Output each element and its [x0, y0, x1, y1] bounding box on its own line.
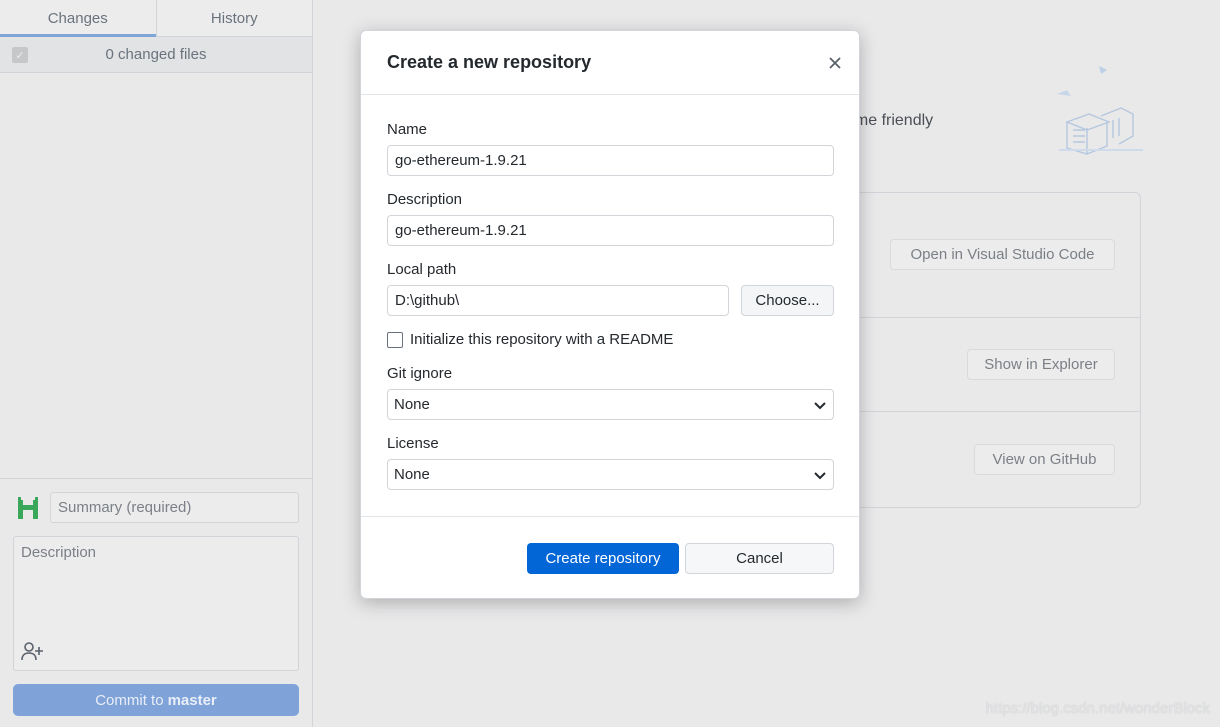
readme-checkbox[interactable]	[387, 331, 403, 348]
license-label: License	[387, 435, 439, 452]
dialog-footer: Create repository Cancel	[361, 516, 859, 600]
avatar	[16, 496, 40, 520]
close-icon[interactable]	[825, 53, 845, 73]
sidebar: Changes History ✓ 0 changed files Summar…	[0, 0, 313, 727]
tab-history[interactable]: History	[155, 0, 313, 36]
commit-description-placeholder: Description	[21, 544, 97, 561]
description-input[interactable]: go-ethereum-1.9.21	[387, 215, 834, 246]
commit-branch-name: master	[167, 691, 217, 709]
tab-changes[interactable]: Changes	[0, 0, 156, 37]
gitignore-value: None	[394, 396, 430, 413]
gitignore-label: Git ignore	[387, 365, 453, 382]
chevron-down-icon	[814, 402, 826, 410]
boxes-illustration-icon	[1057, 66, 1143, 155]
commit-button[interactable]: Commit to master	[13, 684, 299, 716]
dialog-title: Create a new repository	[387, 52, 592, 72]
chevron-down-icon	[814, 472, 826, 480]
local-path-input[interactable]: D:\github\	[387, 285, 729, 316]
name-input[interactable]: go-ethereum-1.9.21	[387, 145, 834, 176]
divider	[857, 411, 1140, 412]
commit-description-input[interactable]: Description	[13, 536, 299, 671]
show-in-explorer-button[interactable]: Show in Explorer	[967, 349, 1115, 380]
cancel-button[interactable]: Cancel	[685, 543, 834, 574]
commit-area: Summary (required) Description Commit to…	[0, 478, 312, 727]
open-in-editor-button[interactable]: Open in Visual Studio Code	[890, 239, 1115, 270]
gitignore-select[interactable]: None	[387, 389, 834, 420]
create-repository-dialog: Create a new repository Name go-ethereum…	[360, 30, 860, 599]
readme-label: Initialize this repository with a README	[410, 331, 674, 348]
create-repository-button[interactable]: Create repository	[527, 543, 679, 574]
watermark: https://blog.csdn.net/wonderBlock	[985, 700, 1210, 717]
select-all-checkbox[interactable]: ✓	[12, 47, 28, 63]
readme-option[interactable]: Initialize this repository with a README	[387, 331, 673, 348]
add-coauthor-icon[interactable]	[20, 640, 44, 662]
name-label: Name	[387, 121, 428, 138]
choose-path-button[interactable]: Choose...	[741, 285, 834, 316]
sidebar-tabs: Changes History	[0, 0, 312, 37]
local-path-label: Local path	[387, 261, 457, 278]
divider	[857, 317, 1140, 318]
dialog-header: Create a new repository	[361, 31, 859, 95]
license-select[interactable]: None	[387, 459, 834, 490]
changes-header: ✓ 0 changed files	[0, 37, 312, 73]
changed-files-count: 0 changed files	[105, 46, 207, 63]
summary-input[interactable]: Summary (required)	[50, 492, 299, 523]
license-value: None	[394, 466, 430, 483]
description-label: Description	[387, 191, 463, 208]
commit-button-prefix: Commit to	[95, 691, 164, 709]
view-on-github-button[interactable]: View on GitHub	[974, 444, 1115, 475]
